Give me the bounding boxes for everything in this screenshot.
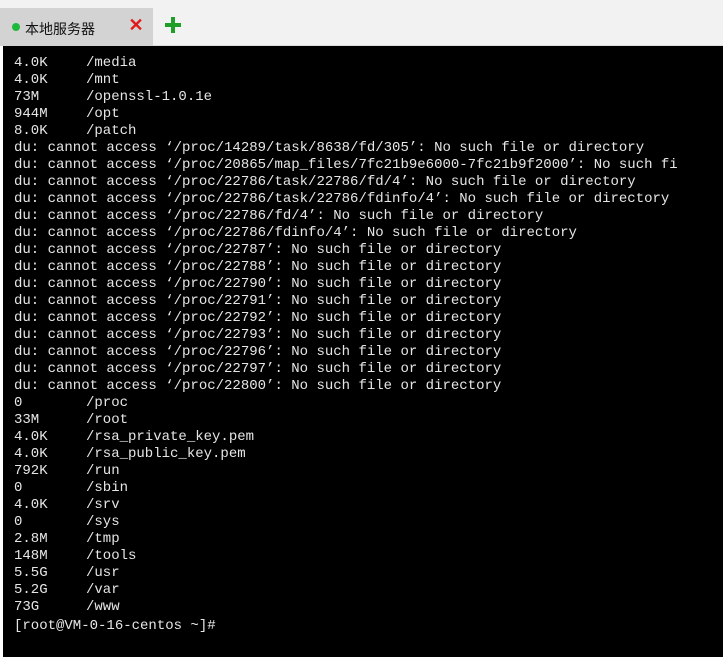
- terminal-du-line: 4.0K/srv: [14, 497, 723, 514]
- du-path: /patch: [86, 123, 137, 139]
- terminal-du-line: 8.0K/patch: [14, 123, 723, 140]
- terminal-error-line: du: cannot access ‘/proc/22786/fdinfo/4’…: [14, 225, 577, 241]
- tab-bar: 本地服务器 ✕: [0, 0, 723, 46]
- du-path: /opt: [86, 106, 120, 122]
- terminal-du-line: 33M/root: [14, 412, 723, 429]
- terminal-du-line: 4.0K/rsa_private_key.pem: [14, 429, 723, 446]
- tab-local-server[interactable]: 本地服务器 ✕: [0, 8, 153, 46]
- terminal-du-line: 73M/openssl-1.0.1e: [14, 89, 723, 106]
- du-size: 4.0K: [14, 446, 48, 462]
- du-size: 73M: [14, 89, 40, 105]
- terminal-error-line: du: cannot access ‘/proc/22797’: No such…: [14, 361, 502, 377]
- status-dot-icon: [12, 23, 20, 31]
- terminal-du-line: 148M/tools: [14, 548, 723, 565]
- du-path: /openssl-1.0.1e: [86, 89, 213, 105]
- terminal-error-line: du: cannot access ‘/proc/20865/map_files…: [14, 157, 678, 173]
- du-path: /proc: [86, 395, 129, 411]
- tab-label: 本地服务器: [25, 22, 95, 38]
- terminal-error-line: du: cannot access ‘/proc/22786/task/2278…: [14, 174, 636, 190]
- terminal-du-line: 944M/opt: [14, 106, 723, 123]
- du-path: /tmp: [86, 531, 120, 547]
- terminal-du-line: 792K/run: [14, 463, 723, 480]
- terminal-error-line: du: cannot access ‘/proc/22792’: No such…: [14, 310, 502, 326]
- du-path: /usr: [86, 565, 120, 581]
- du-path: /run: [86, 463, 120, 479]
- du-size: 4.0K: [14, 72, 48, 88]
- du-size: 944M: [14, 106, 48, 122]
- terminal-du-line: 5.2G/var: [14, 582, 723, 599]
- du-size: 73G: [14, 599, 40, 615]
- terminal-error-line: du: cannot access ‘/proc/22787’: No such…: [14, 242, 502, 258]
- du-size: 4.0K: [14, 497, 48, 513]
- du-size: 5.2G: [14, 582, 48, 598]
- terminal-error-line: du: cannot access ‘/proc/22791’: No such…: [14, 293, 502, 309]
- du-size: 4.0K: [14, 429, 48, 445]
- terminal-error-line: du: cannot access ‘/proc/22788’: No such…: [14, 259, 502, 275]
- close-tab-icon[interactable]: ✕: [128, 16, 144, 34]
- du-path: /var: [86, 582, 120, 598]
- terminal-error-line: du: cannot access ‘/proc/22800’: No such…: [14, 378, 502, 394]
- du-path: /root: [86, 412, 129, 428]
- du-path: /rsa_public_key.pem: [86, 446, 246, 462]
- terminal-du-line: 0/sbin: [14, 480, 723, 497]
- du-path: /tools: [86, 548, 137, 564]
- du-size: 0: [14, 514, 23, 530]
- du-path: /mnt: [86, 72, 120, 88]
- du-path: /sbin: [86, 480, 129, 496]
- prompt-text: [root@VM-0-16-centos ~]#: [14, 618, 216, 634]
- terminal-du-line: 73G/www: [14, 599, 723, 616]
- du-size: 33M: [14, 412, 40, 428]
- du-size: 148M: [14, 548, 48, 564]
- plus-icon[interactable]: [164, 16, 182, 34]
- terminal-du-line: 4.0K/media: [14, 55, 723, 72]
- du-size: 8.0K: [14, 123, 48, 139]
- terminal-du-line: 0/sys: [14, 514, 723, 531]
- terminal-du-line: 4.0K/rsa_public_key.pem: [14, 446, 723, 463]
- terminal-du-line: 0/proc: [14, 395, 723, 412]
- terminal-error-line: du: cannot access ‘/proc/22790’: No such…: [14, 276, 502, 292]
- du-path: /sys: [86, 514, 120, 530]
- du-path: /media: [86, 55, 137, 71]
- terminal-lines: 4.0K/media 4.0K/mnt 73M/openssl-1.0.1e 944M…: [14, 55, 723, 635]
- du-size: 792K: [14, 463, 48, 479]
- du-path: /srv: [86, 497, 120, 513]
- du-size: 0: [14, 480, 23, 496]
- du-size: 4.0K: [14, 55, 48, 71]
- terminal-error-line: du: cannot access ‘/proc/22786/task/2278…: [14, 191, 670, 207]
- du-size: 2.8M: [14, 531, 48, 547]
- du-path: /www: [86, 599, 120, 615]
- du-path: /rsa_private_key.pem: [86, 429, 255, 445]
- terminal-output[interactable]: 4.0K/media 4.0K/mnt 73M/openssl-1.0.1e 944M…: [3, 46, 723, 657]
- terminal-error-line: du: cannot access ‘/proc/14289/task/8638…: [14, 140, 645, 156]
- du-size: 5.5G: [14, 565, 48, 581]
- terminal-error-line: du: cannot access ‘/proc/22796’: No such…: [14, 344, 502, 360]
- terminal-error-line: du: cannot access ‘/proc/22793’: No such…: [14, 327, 502, 343]
- terminal-error-line: du: cannot access ‘/proc/22786/fd/4’: No…: [14, 208, 544, 224]
- terminal-du-line: 2.8M/tmp: [14, 531, 723, 548]
- shell-prompt[interactable]: [root@VM-0-16-centos ~]#: [14, 618, 723, 635]
- du-size: 0: [14, 395, 23, 411]
- terminal-du-line: 5.5G/usr: [14, 565, 723, 582]
- terminal-du-line: 4.0K/mnt: [14, 72, 723, 89]
